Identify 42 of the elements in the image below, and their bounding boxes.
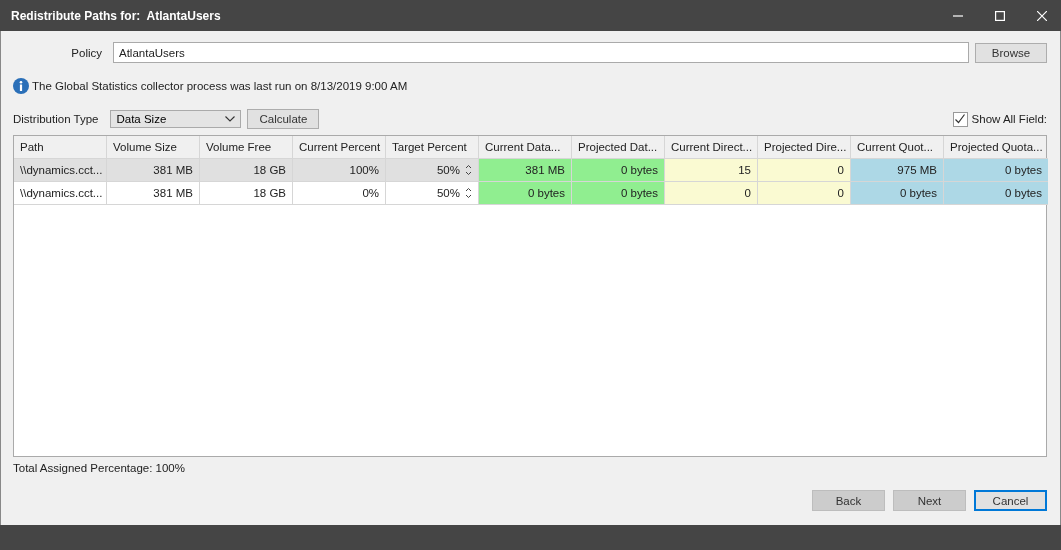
table-cell: 0 bytes [572,159,665,182]
table-cell: 381 MB [107,159,200,182]
calculate-button[interactable]: Calculate [247,109,320,129]
browse-button[interactable]: Browse [975,42,1047,63]
table-cell: 975 MB [851,159,944,182]
show-all-fields-label: Show All Field: [971,113,1047,125]
distribution-type-label: Distribution Type [13,113,99,125]
table-cell: 0 [758,182,851,205]
info-message: The Global Statistics collector process was last run on 8/13/2019 9:00 AM [32,80,408,92]
table-cell: 381 MB [479,159,572,182]
table-cell: 50% [386,182,479,205]
spinner-icon[interactable] [465,187,472,199]
table-cell: 18 GB [200,182,293,205]
table-cell: 0 bytes [572,182,665,205]
caret-icon[interactable] [225,116,236,122]
table-cell: 0% [293,182,386,205]
distribution-type-dropdown[interactable]: Data Size [110,110,242,128]
maximize-icon[interactable] [995,10,1005,21]
policy-label: Policy [70,46,102,59]
table-cell: \\dynamics.cct... [14,182,107,205]
show-all-fields-checkbox[interactable] [952,111,968,127]
window-title: Redistribute Paths for: AtlantaUsers [11,8,222,23]
table-cell: 0 bytes [479,182,572,205]
dialog-button[interactable]: Back [812,490,885,511]
policy-field[interactable]: AtlantaUsers [113,42,969,63]
spinner-icon[interactable] [465,164,472,176]
info-icon [13,78,29,94]
dialog-button[interactable]: Next [893,490,966,511]
table-cell: 100% [293,159,386,182]
table-cell: \\dynamics.cct... [14,159,107,182]
table-cell: 50% [386,159,479,182]
table-cell: 0 bytes [944,182,1048,205]
table-cell: 18 GB [200,159,293,182]
table-cell: 0 [665,182,758,205]
dialog-button[interactable]: Cancel [974,490,1047,511]
table-cell: 15 [665,159,758,182]
table-cell: 0 [758,159,851,182]
close-icon[interactable] [1037,10,1047,21]
table-cell: 0 bytes [944,159,1048,182]
total-percentage: Total Assigned Percentage: 100% [13,462,186,474]
table-cell: 0 bytes [851,182,944,205]
table-cell: 381 MB [107,182,200,205]
